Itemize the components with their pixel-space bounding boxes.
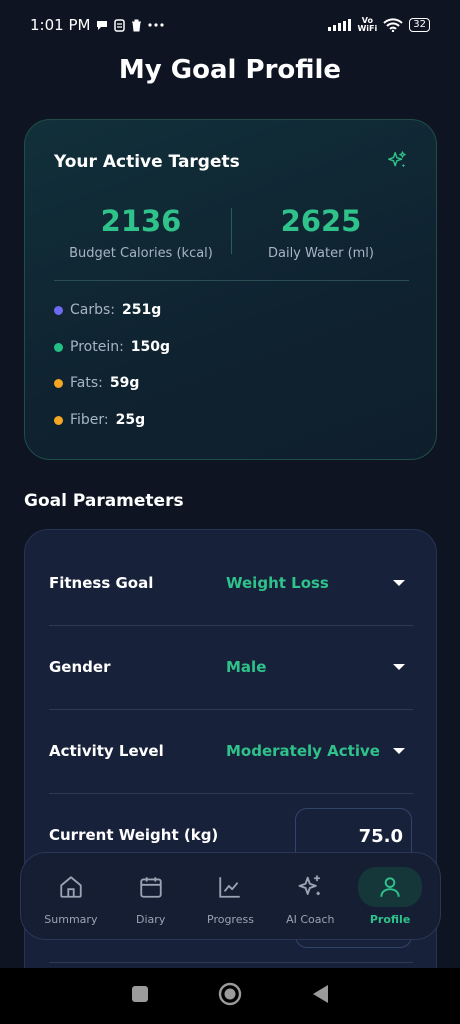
gender-select[interactable]: Gender Male bbox=[49, 625, 413, 709]
calories-stat: 2136 Budget Calories (kcal) bbox=[51, 204, 231, 261]
targets-title: Your Active Targets bbox=[54, 152, 240, 172]
status-time: 1:01 PM bbox=[30, 16, 91, 34]
nav-ai-coach[interactable]: AI Coach bbox=[272, 867, 348, 926]
chevron-down-icon bbox=[393, 664, 405, 670]
water-stat: 2625 Daily Water (ml) bbox=[231, 204, 411, 261]
fitness-goal-select[interactable]: Fitness Goal Weight Loss bbox=[49, 541, 413, 625]
goal-parameters-card: Fitness Goal Weight Loss Gender Male Act… bbox=[24, 529, 437, 1024]
activity-level-label: Activity Level bbox=[49, 742, 164, 760]
fats-label: Fats: bbox=[70, 375, 103, 391]
signal-icon bbox=[328, 19, 352, 31]
calendar-icon bbox=[119, 867, 183, 907]
nav-summary-label: Summary bbox=[44, 912, 98, 926]
fitness-goal-value: Weight Loss bbox=[226, 574, 329, 592]
row-divider bbox=[49, 962, 413, 963]
page-title: My Goal Profile bbox=[118, 55, 342, 85]
sparkle-icon bbox=[386, 150, 408, 176]
home-button[interactable] bbox=[218, 982, 242, 1010]
back-button[interactable] bbox=[311, 984, 329, 1008]
nav-progress[interactable]: Progress bbox=[192, 867, 268, 926]
nav-diary[interactable]: Diary bbox=[113, 867, 189, 926]
nav-diary-label: Diary bbox=[136, 912, 166, 926]
chevron-down-icon bbox=[393, 748, 405, 754]
battery-indicator: 32 bbox=[409, 18, 430, 32]
row-divider bbox=[49, 793, 413, 794]
nav-progress-label: Progress bbox=[207, 912, 254, 926]
macro-carbs: Carbs: 251g bbox=[54, 302, 161, 318]
activity-level-select[interactable]: Activity Level Moderately Active bbox=[49, 709, 413, 793]
calories-label: Budget Calories (kcal) bbox=[69, 246, 213, 261]
home-icon bbox=[39, 867, 103, 907]
sync-icon bbox=[114, 18, 126, 32]
fats-dot bbox=[54, 378, 63, 388]
water-label: Daily Water (ml) bbox=[267, 246, 374, 261]
macro-fiber: Fiber: 25g bbox=[54, 412, 145, 428]
carbs-dot bbox=[54, 305, 63, 315]
chevron-down-icon bbox=[393, 580, 405, 586]
nav-summary[interactable]: Summary bbox=[33, 867, 109, 926]
protein-dot bbox=[54, 342, 63, 352]
nav-ai-coach-label: AI Coach bbox=[286, 912, 335, 926]
fiber-dot bbox=[54, 415, 63, 425]
bottom-nav: Summary Diary Progress AI Coach Profile bbox=[20, 852, 441, 940]
fiber-value: 25g bbox=[115, 412, 146, 428]
chart-icon bbox=[198, 867, 262, 907]
carbs-value: 251g bbox=[122, 302, 162, 318]
nav-profile-label: Profile bbox=[369, 912, 411, 926]
more-dots-icon bbox=[148, 23, 165, 27]
status-bar: 1:01 PM Vo WiFi 32 bbox=[0, 0, 460, 50]
macro-protein: Protein: 150g bbox=[54, 339, 170, 355]
protein-label: Protein: bbox=[70, 339, 124, 355]
status-left: 1:01 PM bbox=[30, 16, 165, 34]
macro-fats: Fats: 59g bbox=[54, 375, 139, 391]
targets-divider bbox=[54, 280, 409, 281]
gender-value: Male bbox=[226, 658, 267, 676]
system-nav-bar bbox=[0, 968, 460, 1024]
fitness-goal-label: Fitness Goal bbox=[49, 574, 154, 592]
active-targets-card: Your Active Targets 2136 Budget Calories… bbox=[24, 119, 437, 460]
wifi-icon bbox=[383, 18, 403, 32]
person-icon bbox=[358, 866, 423, 907]
goal-parameters-title: Goal Parameters bbox=[24, 491, 184, 511]
fiber-label: Fiber: bbox=[70, 412, 109, 428]
trash-icon bbox=[131, 19, 142, 32]
nav-profile[interactable]: Profile bbox=[352, 866, 428, 926]
vowifi-indicator: Vo WiFi bbox=[357, 17, 377, 33]
sparkle-icon bbox=[278, 867, 342, 907]
water-value: 2625 bbox=[280, 204, 362, 238]
gender-label: Gender bbox=[49, 658, 111, 676]
calories-value: 2136 bbox=[100, 204, 182, 238]
recents-button[interactable] bbox=[131, 985, 149, 1007]
status-right: Vo WiFi 32 bbox=[328, 17, 430, 33]
current-weight-label: Current Weight (kg) bbox=[49, 826, 219, 844]
fats-value: 59g bbox=[109, 375, 140, 391]
protein-value: 150g bbox=[130, 339, 171, 355]
carbs-label: Carbs: bbox=[70, 302, 116, 318]
vowifi-bottom: WiFi bbox=[357, 24, 378, 33]
message-icon bbox=[96, 19, 108, 31]
activity-level-value: Moderately Active bbox=[226, 742, 380, 760]
